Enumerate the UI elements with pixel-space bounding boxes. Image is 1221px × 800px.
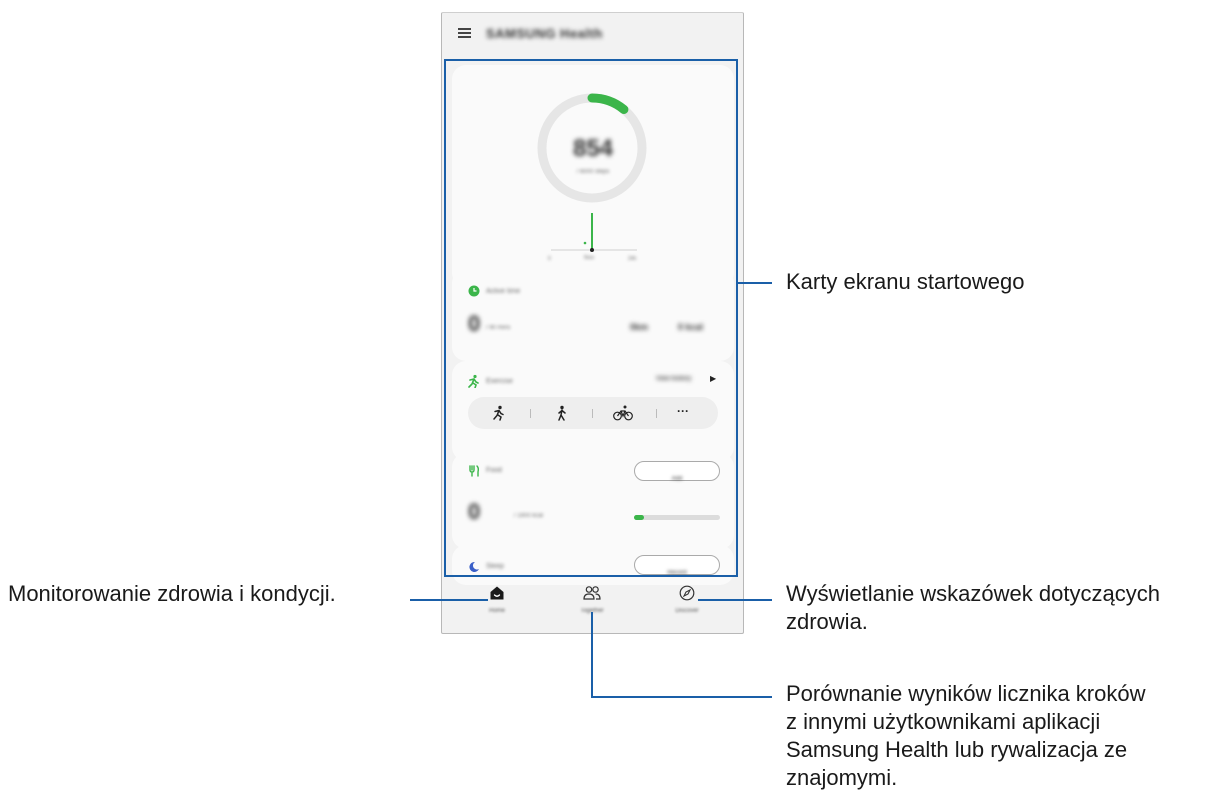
annotation-discover: Wyświetlanie wskazówek dotyczących zdrow…: [786, 581, 1160, 634]
active-calories: 0 kcal: [678, 322, 704, 332]
divider: [656, 409, 657, 418]
nav-discover-label: Discover: [675, 608, 699, 614]
food-title: Food: [486, 467, 502, 474]
phone-screen: SAMSUNG Health 854 / 6000 steps 0 Now 24…: [441, 12, 744, 634]
active-time-title: Active time: [486, 288, 521, 295]
hourly-dot: [583, 241, 587, 245]
view-history-link[interactable]: View history: [656, 376, 691, 382]
active-time-unit: / 90 mins: [486, 325, 511, 331]
exercise-card[interactable]: Exercise View history ▶ ···: [452, 361, 734, 461]
walking-icon[interactable]: [554, 405, 570, 421]
steps-card[interactable]: 854 / 6000 steps 0 Now 24h: [452, 65, 734, 287]
sleep-record-button[interactable]: Record: [634, 555, 720, 576]
compass-icon: [679, 585, 695, 601]
now-marker: [590, 248, 594, 252]
nav-home[interactable]: Home: [462, 579, 532, 614]
exercise-shortcuts: ···: [468, 397, 718, 429]
nav-discover[interactable]: Discover: [652, 579, 722, 614]
callout-line-discover: [698, 599, 772, 601]
food-add-button[interactable]: Add: [634, 461, 720, 482]
callout-line-together-v: [591, 612, 593, 698]
axis-start-label: 0: [548, 256, 551, 262]
exercise-title: Exercise: [486, 378, 513, 385]
active-distance: 0km: [630, 322, 649, 332]
nav-together[interactable]: Together: [557, 579, 627, 614]
food-value: 0: [468, 499, 481, 524]
food-progress-track: [634, 515, 720, 520]
callout-line-cards: [738, 282, 772, 284]
people-icon: [583, 586, 601, 600]
nav-home-label: Home: [488, 608, 505, 614]
active-time-value: 0: [468, 311, 481, 336]
divider: [592, 409, 593, 418]
annotation-home-tab: Monitorowanie zdrowia i kondycji.: [8, 581, 336, 606]
app-title: SAMSUNG Health: [486, 26, 603, 41]
callout-line-home: [410, 599, 488, 601]
app-bar: SAMSUNG Health: [442, 13, 743, 57]
axis-now-label: Now: [584, 255, 595, 261]
food-unit: / 1900 kcal: [514, 513, 544, 519]
food-card[interactable]: Food Add 0 / 1900 kcal: [452, 453, 734, 549]
steps-ring: [537, 93, 647, 252]
home-icon: [490, 586, 504, 600]
exercise-icon: [468, 374, 479, 388]
clock-icon: [468, 285, 480, 297]
callout-line-together-h: [591, 696, 772, 698]
food-progress-fill: [634, 515, 645, 520]
step-count: 854: [572, 135, 614, 162]
sleep-title: Sleep: [486, 563, 504, 570]
more-icon[interactable]: ···: [677, 404, 689, 418]
view-history-arrow-icon[interactable]: ▶: [710, 374, 716, 383]
menu-icon[interactable]: [458, 28, 471, 38]
food-icon: [469, 465, 480, 477]
active-time-card[interactable]: Active time 0 / 90 mins 0km 0 kcal: [452, 269, 734, 361]
annotation-together: Porównanie wyników licznika kroków z inn…: [786, 681, 1146, 790]
step-goal: / 6000 steps: [576, 169, 610, 175]
axis-end-label: 24h: [628, 256, 637, 262]
divider: [530, 409, 531, 418]
annotation-home-cards: Karty ekranu startowego: [786, 269, 1025, 294]
running-icon[interactable]: [490, 405, 506, 421]
cycling-icon[interactable]: [613, 405, 633, 421]
moon-icon: [469, 561, 479, 572]
